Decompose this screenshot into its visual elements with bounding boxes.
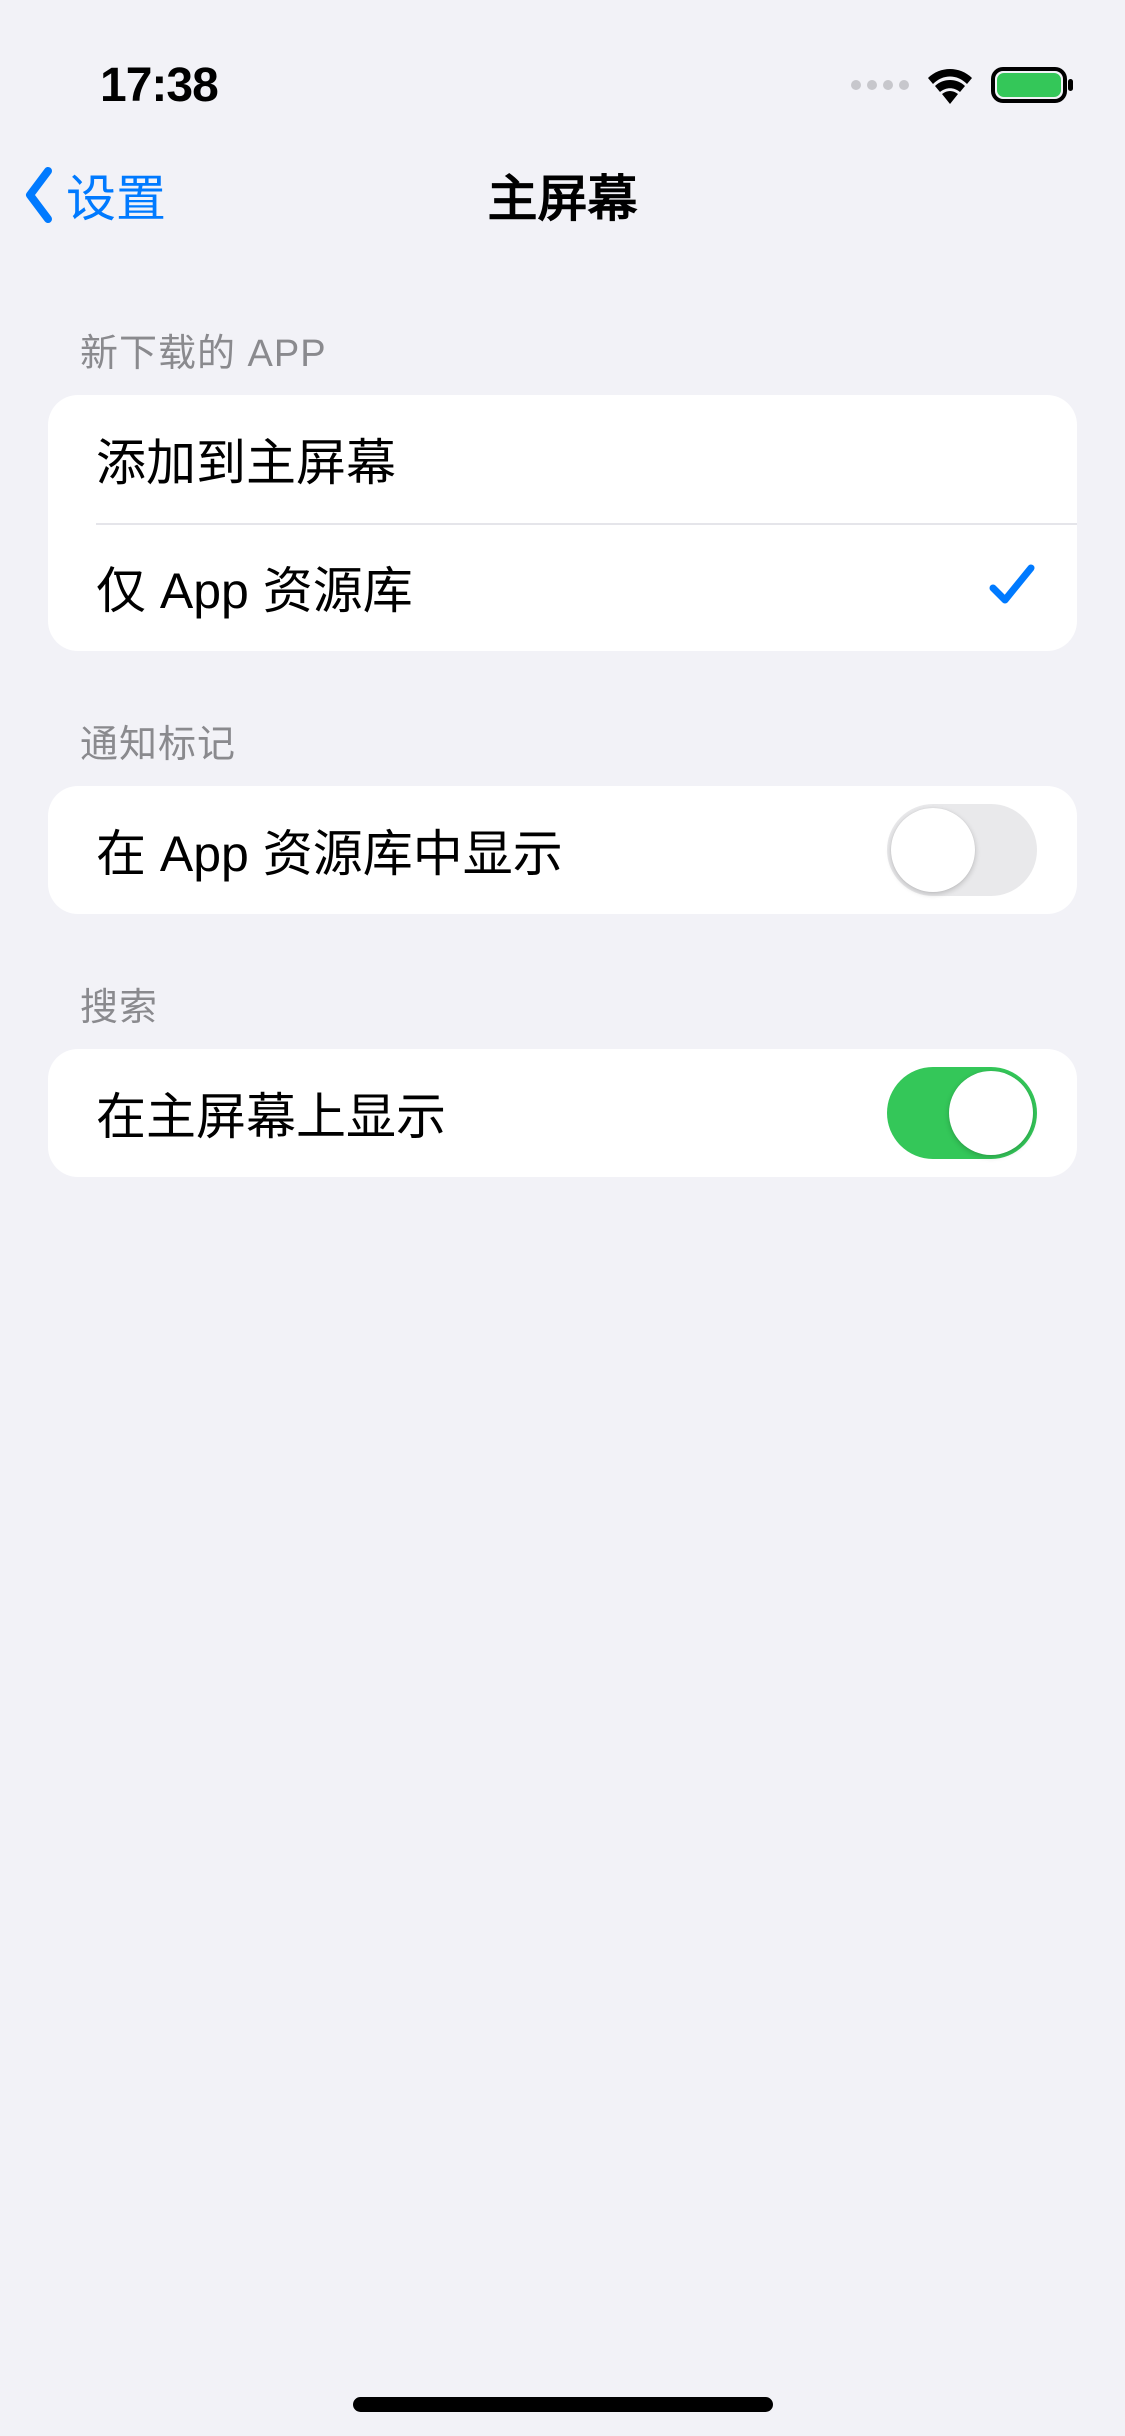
content: 新下载的 APP 添加到主屏幕 仅 App 资源库 通知标记 在 App 资源库… bbox=[0, 260, 1125, 1177]
toggle-knob bbox=[949, 1071, 1033, 1155]
wifi-icon bbox=[927, 66, 973, 104]
toggle-show-on-home[interactable] bbox=[887, 1067, 1037, 1159]
row-label: 在 App 资源库中显示 bbox=[96, 814, 563, 886]
battery-icon bbox=[991, 65, 1075, 105]
toggle-show-in-app-library[interactable] bbox=[887, 804, 1037, 896]
group-search: 在主屏幕上显示 bbox=[48, 1049, 1077, 1177]
nav-bar: 设置 主屏幕 bbox=[0, 130, 1125, 260]
status-bar: 17:38 bbox=[0, 0, 1125, 130]
toggle-knob bbox=[891, 808, 975, 892]
row-show-on-home: 在主屏幕上显示 bbox=[48, 1049, 1077, 1177]
page-title: 主屏幕 bbox=[0, 159, 1125, 231]
home-indicator[interactable] bbox=[353, 2397, 773, 2412]
cellular-dots-icon bbox=[851, 80, 909, 90]
row-show-in-app-library: 在 App 资源库中显示 bbox=[48, 786, 1077, 914]
row-label: 添加到主屏幕 bbox=[96, 423, 396, 495]
row-app-library-only[interactable]: 仅 App 资源库 bbox=[48, 523, 1077, 651]
row-add-to-home[interactable]: 添加到主屏幕 bbox=[48, 395, 1077, 523]
back-button[interactable]: 设置 bbox=[20, 159, 166, 231]
section-header-badges: 通知标记 bbox=[48, 651, 1077, 786]
chevron-left-icon bbox=[20, 165, 60, 225]
group-new-apps: 添加到主屏幕 仅 App 资源库 bbox=[48, 395, 1077, 651]
section-header-search: 搜索 bbox=[48, 914, 1077, 1049]
status-icons bbox=[851, 65, 1075, 105]
back-label: 设置 bbox=[66, 159, 166, 231]
status-time: 17:38 bbox=[100, 58, 218, 113]
row-label: 在主屏幕上显示 bbox=[96, 1077, 446, 1149]
checkmark-icon bbox=[987, 560, 1037, 615]
group-badges: 在 App 资源库中显示 bbox=[48, 786, 1077, 914]
section-header-new-apps: 新下载的 APP bbox=[48, 260, 1077, 395]
row-label: 仅 App 资源库 bbox=[96, 551, 413, 623]
